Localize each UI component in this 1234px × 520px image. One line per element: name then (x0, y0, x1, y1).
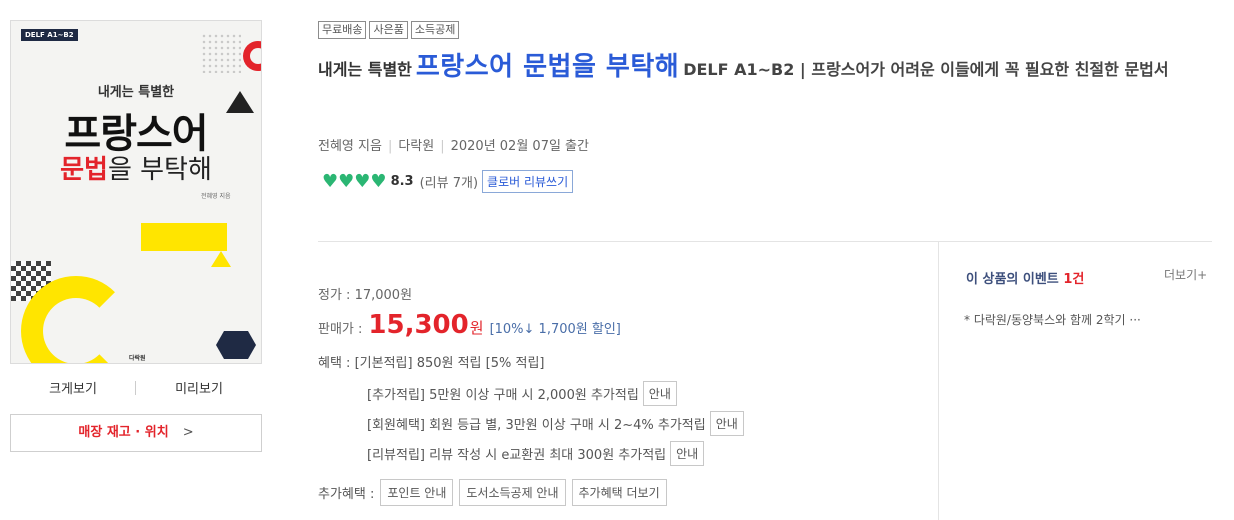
title-main: 프랑스어 문법을 부탁해 (415, 52, 680, 82)
benefit-member: [회원혜택] 회원 등급 별, 3만원 이상 구매 시 2~4% 추가적립 (367, 418, 706, 433)
sale-price: 판매가 : 15,300 원 [10%↓ 1,700원 할인] (318, 310, 621, 340)
store-stock-location-button[interactable]: 매장 재고 · 위치 > (10, 414, 262, 452)
heart-icon: ♥ (354, 170, 371, 192)
sale-price-label: 판매가 : (318, 322, 363, 337)
benefit-member-row: [회원혜택] 회원 등급 별, 3만원 이상 구매 시 2~4% 추가적립 안내 (367, 411, 744, 436)
cover-title-rest: 을 부탁해 (107, 155, 212, 185)
rating-row: ♥ ♥ ♥ ♥ 8.3 (리뷰 7개) 클로버 리뷰쓰기 (322, 170, 574, 193)
sale-price-unit: 원 (469, 319, 484, 337)
cover-artwork: DELF A1~B2 내게는 특별한 프랑스어 문법을 부탁해 전혜영 지음 다… (11, 21, 261, 363)
cover-author: 전혜영 지음 (201, 193, 231, 200)
info-button[interactable]: 안내 (642, 381, 677, 406)
event-list-item[interactable]: * 다락원/동양북스와 함께 2학기 ··· (964, 311, 1204, 328)
meta-divider: | (387, 139, 393, 154)
event-count: 1건 (1063, 272, 1085, 287)
product-title: 내게는 특별한 프랑스어 문법을 부탁해 DELF A1~B2 | 프랑스어가 어려… (318, 50, 1218, 87)
benefit-extra-row: [추가적립] 5만원 이상 구매 시 2,000원 추가적립 안내 (367, 381, 677, 406)
heart-icon: ♥ (322, 170, 339, 192)
more-benefits-button[interactable]: 추가혜택 더보기 (571, 479, 667, 506)
tag-free-shipping: 무료배송 (318, 21, 367, 39)
event-title-label: 이 상품의 이벤트 (966, 272, 1059, 287)
title-prefix: 내게는 특별한 (318, 60, 412, 79)
cover-subtitle: 내게는 특별한 (97, 85, 175, 100)
list-price: 정가 : 17,000원 (318, 284, 412, 303)
section-divider (318, 241, 1212, 242)
zoom-view-link[interactable]: 크게보기 (10, 378, 136, 400)
publish-date: 2020년 02월 07일 출간 (450, 139, 589, 154)
cover-links-divider (135, 381, 136, 395)
point-info-button[interactable]: 포인트 안내 (380, 479, 454, 506)
rating-score: 8.3 (390, 174, 414, 189)
cover-mp3-badge (216, 331, 256, 359)
heart-icon: ♥ (338, 170, 355, 192)
cover-publisher: 다락원 (129, 355, 146, 362)
info-button[interactable]: 안내 (709, 411, 744, 436)
list-price-label: 정가 : (318, 288, 351, 303)
column-divider (938, 241, 939, 520)
benefit-review: [리뷰적립] 리뷰 작성 시 e교환권 최대 300원 추가적립 (367, 448, 667, 463)
info-button[interactable]: 안내 (670, 441, 705, 466)
cover-title-line2: 문법을 부탁해 (11, 149, 261, 186)
benefit-basic-row: 혜택 : [기본적립] 850원 적립 [5% 적립] (318, 352, 544, 371)
cover-links: 크게보기 미리보기 (10, 378, 262, 400)
tag-tax-deduction: 소득공제 (410, 21, 460, 39)
product-tags: 무료배송 사은품 소득공제 (318, 21, 460, 39)
extra-benefits-row: 추가혜택 : 포인트 안내 도서소득공제 안내 추가혜택 더보기 (318, 479, 667, 506)
event-more-link[interactable]: 더보기+ (1164, 266, 1207, 283)
book-cover-image[interactable]: DELF A1~B2 내게는 특별한 프랑스어 문법을 부탁해 전혜영 지음 다… (10, 20, 262, 364)
store-button-label: 매장 재고 · 위치 (78, 425, 169, 440)
cover-dot-pattern (201, 33, 241, 73)
sale-price-value: 15,300 (368, 310, 469, 340)
benefit-review-row: [리뷰적립] 리뷰 작성 시 e교환권 최대 300원 추가적립 안내 (367, 441, 705, 466)
review-count[interactable]: (리뷰 7개) (420, 172, 478, 191)
meta-divider: | (440, 139, 445, 154)
preview-link[interactable]: 미리보기 (136, 378, 262, 400)
write-review-button[interactable]: 클로버 리뷰쓰기 (482, 170, 574, 193)
discount-info: [10%↓ 1,700원 할인] (489, 322, 621, 337)
book-tax-deduction-button[interactable]: 도서소득공제 안내 (459, 479, 566, 506)
extra-benefits-label: 추가혜택 : (318, 487, 375, 502)
cover-red-ring (243, 41, 261, 71)
tag-gift: 사은품 (369, 21, 408, 39)
cover-yellow-note (141, 223, 227, 251)
title-subtitle: DELF A1~B2 | 프랑스어가 어려운 이들에게 꼭 필요한 친절한 문법… (683, 60, 1169, 79)
cover-title-highlight: 문법 (60, 155, 108, 185)
list-price-value: 17,000원 (354, 288, 413, 303)
benefit-extra: [추가적립] 5만원 이상 구매 시 2,000원 추가적립 (367, 388, 639, 403)
publisher-link[interactable]: 다락원 (398, 139, 434, 154)
benefit-label: 혜택 : (318, 356, 351, 371)
cover-series-label: DELF A1~B2 (21, 29, 78, 41)
event-section-title: 이 상품의 이벤트 1건 (966, 268, 1084, 287)
heart-icon: ♥ (370, 170, 387, 192)
chevron-right-icon: > (182, 425, 194, 440)
author-link[interactable]: 전혜영 지음 (318, 139, 382, 154)
cover-yellow-triangle (211, 251, 231, 267)
benefit-basic: [기본적립] 850원 적립 [5% 적립] (354, 356, 545, 371)
product-meta: 전혜영 지음 | 다락원 | 2020년 02월 07일 출간 (318, 135, 589, 154)
